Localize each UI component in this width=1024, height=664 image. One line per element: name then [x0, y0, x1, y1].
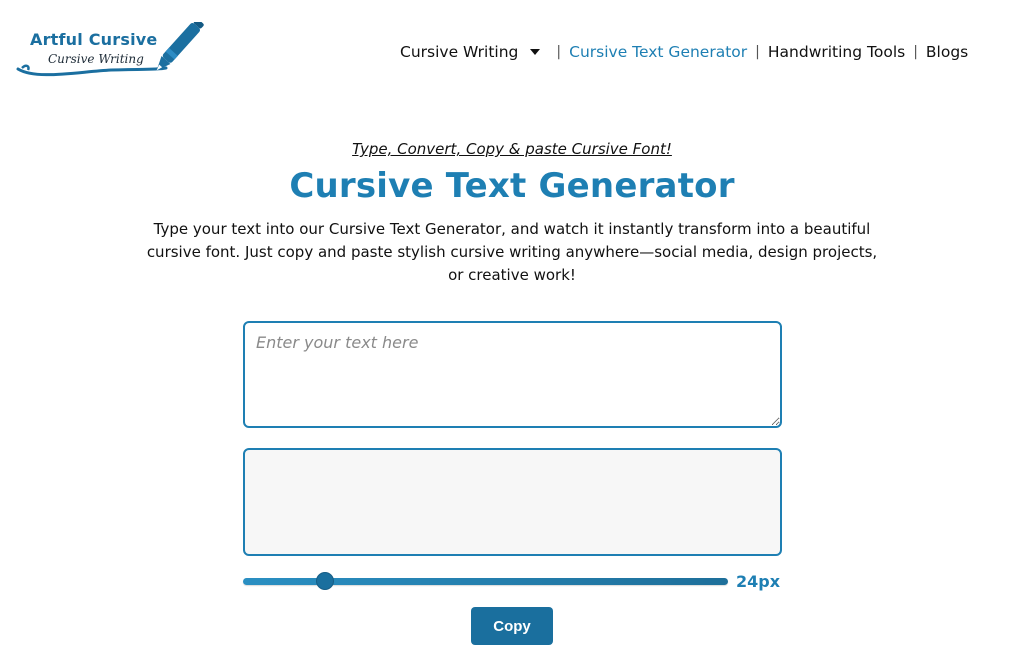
font-size-slider-thumb[interactable] [315, 572, 334, 590]
cursive-output[interactable] [243, 448, 782, 556]
main-nav: Cursive Writing | Cursive Text Generator… [400, 42, 968, 62]
nav-item-cursive-writing[interactable]: Cursive Writing [400, 43, 518, 61]
tagline: Type, Convert, Copy & paste Cursive Font… [352, 140, 672, 158]
copy-button[interactable]: Copy [471, 607, 553, 645]
nav-item-cursive-text-generator[interactable]: Cursive Text Generator [569, 43, 747, 61]
text-input[interactable] [243, 321, 782, 428]
chevron-down-icon[interactable] [530, 49, 541, 55]
nav-separator: | [755, 44, 760, 60]
nav-item-label: Blogs [925, 43, 969, 61]
font-size-value: 24px [736, 572, 781, 591]
logo-title: Artful Cursive [30, 30, 158, 49]
nav-separator: | [556, 44, 562, 60]
site-logo[interactable]: Artful Cursive Cursive Writing [16, 22, 206, 84]
nav-separator: | [913, 44, 918, 60]
nav-item-label: Cursive Text Generator [569, 43, 748, 61]
nav-item-label: Handwriting Tools [767, 43, 906, 61]
nav-item-label: Cursive Writing [400, 43, 519, 61]
nav-item-blogs[interactable]: Blogs [926, 43, 968, 61]
nav-item-handwriting-tools[interactable]: Handwriting Tools [768, 43, 905, 61]
page-description: Type your text into our Cursive Text Gen… [146, 220, 878, 284]
page-title: Cursive Text Generator [289, 166, 735, 206]
logo-subtitle: Cursive Writing [48, 52, 144, 66]
